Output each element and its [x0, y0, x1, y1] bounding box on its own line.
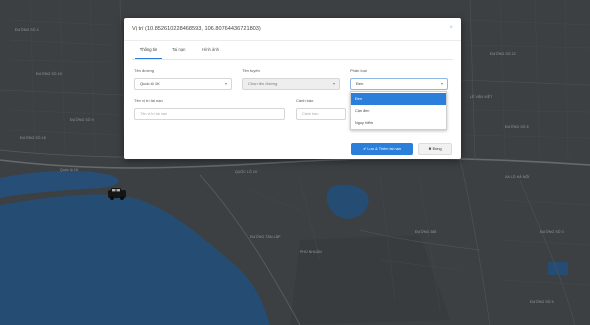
save-and-add-accident-button[interactable]: ✔ Lưu & Thêm tai nạn: [351, 143, 413, 155]
tab-info[interactable]: Thông tin: [135, 45, 162, 59]
classification-dropdown: Đen Cận đen Nguy hiểm: [350, 91, 447, 130]
classification-select[interactable]: Đen ▾: [350, 78, 448, 90]
route-name-label: Tên tuyến: [242, 68, 260, 73]
tab-accident[interactable]: Tai nạn: [172, 45, 186, 59]
accident-location-input[interactable]: Tên vị trí tai nạn: [134, 108, 285, 120]
road-name-value: Quốc lộ 1K: [140, 81, 160, 86]
route-name-select[interactable]: Chọn tên đường ▾: [242, 78, 340, 90]
dropdown-option[interactable]: Nguy hiểm: [351, 117, 446, 129]
warning-label: Cảnh báo: [296, 98, 314, 103]
dropdown-option[interactable]: Đen: [351, 93, 446, 105]
tab-images[interactable]: Hình ảnh: [202, 45, 219, 59]
road-name-select[interactable]: Quốc lộ 1K ▾: [134, 78, 232, 90]
chevron-down-icon: ▾: [440, 81, 443, 86]
chevron-down-icon: ▾: [224, 81, 227, 86]
chevron-down-icon: ▾: [332, 81, 335, 86]
accident-location-label: Tên vị trí tai nạn: [134, 98, 163, 103]
warning-input[interactable]: Cảnh báo: [296, 108, 346, 120]
classification-label: Phân loại: [350, 68, 367, 73]
route-name-value: Chọn tên đường: [248, 81, 278, 86]
modal-title: Vị trí (10.852610228468593, 106.80764436…: [132, 26, 261, 32]
close-icon[interactable]: ×: [449, 25, 453, 31]
divider: [132, 59, 453, 60]
road-name-label: Tên đường: [134, 68, 154, 73]
accident-location-modal: Vị trí (10.852610228468593, 106.80764436…: [124, 18, 461, 159]
divider: [124, 40, 461, 41]
dropdown-option[interactable]: Cận đen: [351, 105, 446, 117]
close-button[interactable]: ✖ Đóng: [418, 143, 452, 155]
classification-value: Đen: [356, 81, 364, 86]
